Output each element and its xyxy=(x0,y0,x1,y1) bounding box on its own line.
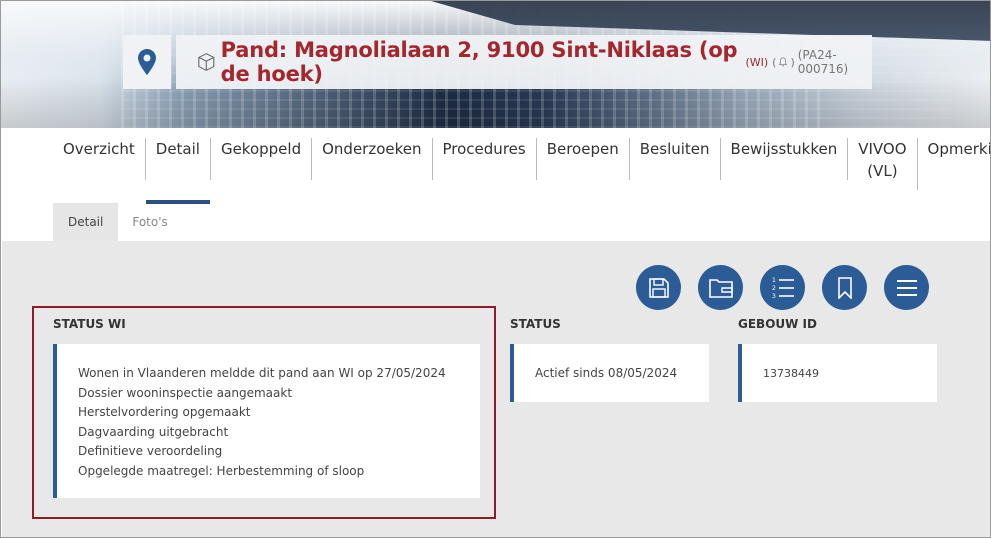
paren-close: ) xyxy=(790,55,795,69)
subtab-fotos[interactable]: Foto's xyxy=(118,203,181,241)
tab-vivoo-line1: VIVOO xyxy=(858,140,907,158)
page-title-box: Pand: Magnolialaan 2, 9100 Sint-Niklaas … xyxy=(176,35,872,89)
location-button[interactable] xyxy=(123,35,171,89)
tab-detail[interactable]: Detail xyxy=(145,138,211,204)
tab-gekoppeld[interactable]: Gekoppeld xyxy=(211,138,313,180)
tab-overzicht[interactable]: Overzicht xyxy=(53,138,146,180)
save-button[interactable] xyxy=(636,265,681,310)
main-nav: Overzicht Detail Gekoppeld Onderzoeken P… xyxy=(53,128,990,204)
svg-text:1: 1 xyxy=(772,277,776,284)
bookmark-icon xyxy=(837,276,852,299)
tab-bewijsstukken[interactable]: Bewijsstukken xyxy=(721,138,849,180)
menu-icon xyxy=(896,279,917,296)
numbered-list-icon: 1 2 3 xyxy=(772,277,794,300)
dossier-id: (PA24-000716) xyxy=(797,48,849,76)
save-icon xyxy=(648,277,669,298)
gebouw-id-card: 13738449 xyxy=(738,344,937,402)
gebouw-id-value: 13738449 xyxy=(763,367,819,380)
tab-vivoo[interactable]: VIVOO (VL) xyxy=(848,138,918,190)
folder-button[interactable] xyxy=(698,265,743,310)
status-card: Actief sinds 08/05/2024 xyxy=(510,344,709,402)
status-value: Actief sinds 08/05/2024 xyxy=(535,366,678,380)
tab-besluiten[interactable]: Besluiten xyxy=(630,138,721,180)
numbered-list-button[interactable]: 1 2 3 xyxy=(760,265,805,310)
paren-open: ( xyxy=(772,55,777,69)
status-wi-highlight xyxy=(32,306,496,519)
app-frame: Pand: Magnolialaan 2, 9100 Sint-Niklaas … xyxy=(0,0,991,538)
page-title: Pand: Magnolialaan 2, 9100 Sint-Niklaas … xyxy=(220,38,738,86)
gebouw-id-heading: GEBOUW ID xyxy=(738,317,817,331)
tab-beroepen[interactable]: Beroepen xyxy=(537,138,630,180)
tab-onderzoeken[interactable]: Onderzoeken xyxy=(312,138,433,180)
bell-icon[interactable] xyxy=(778,56,788,68)
tab-vivoo-line2: (VL) xyxy=(867,162,898,180)
map-pin-icon xyxy=(138,49,156,75)
status-heading: STATUS xyxy=(510,317,561,331)
sub-tabs: Detail Foto's xyxy=(53,203,182,241)
menu-button[interactable] xyxy=(884,265,929,310)
svg-text:3: 3 xyxy=(772,293,776,300)
subtab-detail[interactable]: Detail xyxy=(53,203,119,241)
building-cube-icon xyxy=(198,53,215,71)
bookmark-button[interactable] xyxy=(822,265,867,310)
folder-icon xyxy=(708,278,733,298)
hero-banner: Pand: Magnolialaan 2, 9100 Sint-Niklaas … xyxy=(1,1,990,128)
wi-tag: (WI) xyxy=(745,55,769,69)
svg-text:2: 2 xyxy=(772,285,776,292)
tab-opmerkingen[interactable]: Opmerkingen xyxy=(918,138,990,180)
tab-procedures[interactable]: Procedures xyxy=(433,138,537,180)
